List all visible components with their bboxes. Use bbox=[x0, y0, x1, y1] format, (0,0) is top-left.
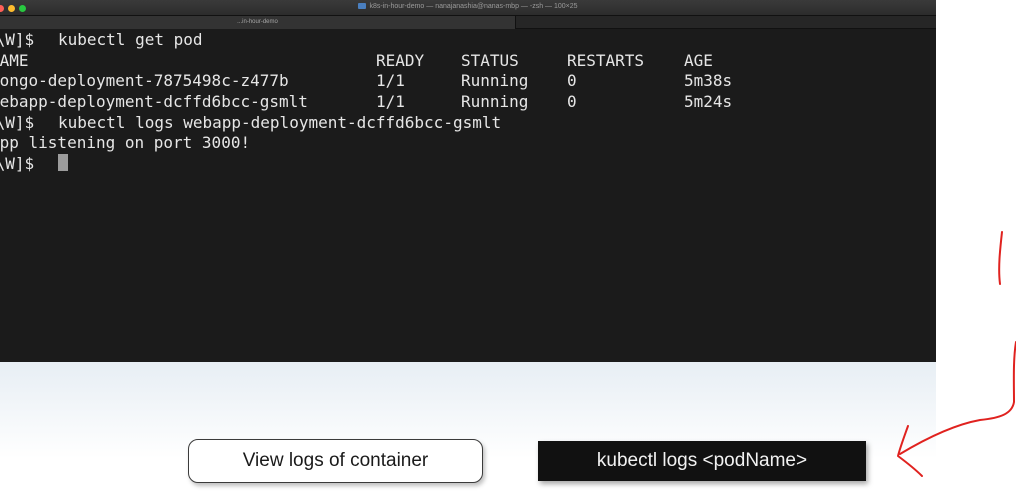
annotation-stroke bbox=[998, 231, 1003, 285]
column-header: READY bbox=[376, 50, 425, 70]
column-header: STATUS bbox=[461, 50, 519, 70]
terminal-line: [\W]$ kubectl logs webapp-deployment-dcf… bbox=[0, 113, 936, 134]
terminal-line: app listening on port 3000! bbox=[0, 133, 936, 154]
view-logs-button[interactable]: View logs of container bbox=[188, 439, 483, 483]
column-header: RESTARTS bbox=[567, 50, 645, 70]
table-header-row: NAME READY STATUS RESTARTS AGE bbox=[0, 51, 936, 72]
pod-name: mongo-deployment-7875498c-z477b bbox=[0, 71, 289, 91]
pod-age: 5m24s bbox=[684, 92, 733, 112]
tab-bar: ...in-hour-demo bbox=[0, 16, 936, 29]
tab-terminal[interactable]: ...in-hour-demo bbox=[0, 16, 516, 29]
shell-prompt: [\W]$ bbox=[0, 154, 35, 174]
window-title-text: k8s-in-hour-demo — nanajanashia@nanas-mb… bbox=[369, 3, 578, 10]
command-text: kubectl logs webapp-deployment-dcffd6bcc… bbox=[58, 112, 502, 132]
column-header: NAME bbox=[0, 50, 29, 70]
terminal-line: [\W]$ kubectl get pod bbox=[0, 30, 936, 51]
command-text: kubectl get pod bbox=[58, 30, 203, 49]
text-cursor bbox=[58, 154, 68, 172]
window-title: k8s-in-hour-demo — nanajanashia@nanas-mb… bbox=[0, 3, 936, 10]
pod-restarts: 0 bbox=[567, 71, 577, 91]
table-row: mongo-deployment-7875498c-z477b 1/1 Runn… bbox=[0, 71, 936, 92]
pod-age: 5m38s bbox=[684, 71, 733, 91]
terminal-line: [\W]$ bbox=[0, 154, 936, 175]
shell-prompt: [\W]$ bbox=[0, 30, 35, 49]
shell-prompt: [\W]$ bbox=[0, 112, 35, 132]
pod-status: Running bbox=[461, 92, 529, 112]
column-header: AGE bbox=[684, 50, 713, 70]
window-titlebar: k8s-in-hour-demo — nanajanashia@nanas-mb… bbox=[0, 0, 936, 16]
pod-restarts: 0 bbox=[567, 92, 577, 112]
pod-ready: 1/1 bbox=[376, 92, 405, 112]
command-label-box: kubectl logs <podName> bbox=[538, 441, 866, 481]
terminal-window: k8s-in-hour-demo — nanajanashia@nanas-mb… bbox=[0, 0, 936, 362]
log-output: app listening on port 3000! bbox=[0, 133, 251, 153]
table-row: webapp-deployment-dcffd6bcc-gsmlt 1/1 Ru… bbox=[0, 92, 936, 113]
terminal-output[interactable]: [\W]$ kubectl get pod NAME READY STATUS … bbox=[0, 30, 936, 362]
folder-icon bbox=[358, 3, 367, 10]
pod-ready: 1/1 bbox=[376, 71, 405, 91]
pod-name: webapp-deployment-dcffd6bcc-gsmlt bbox=[0, 92, 308, 112]
pod-status: Running bbox=[461, 71, 529, 91]
